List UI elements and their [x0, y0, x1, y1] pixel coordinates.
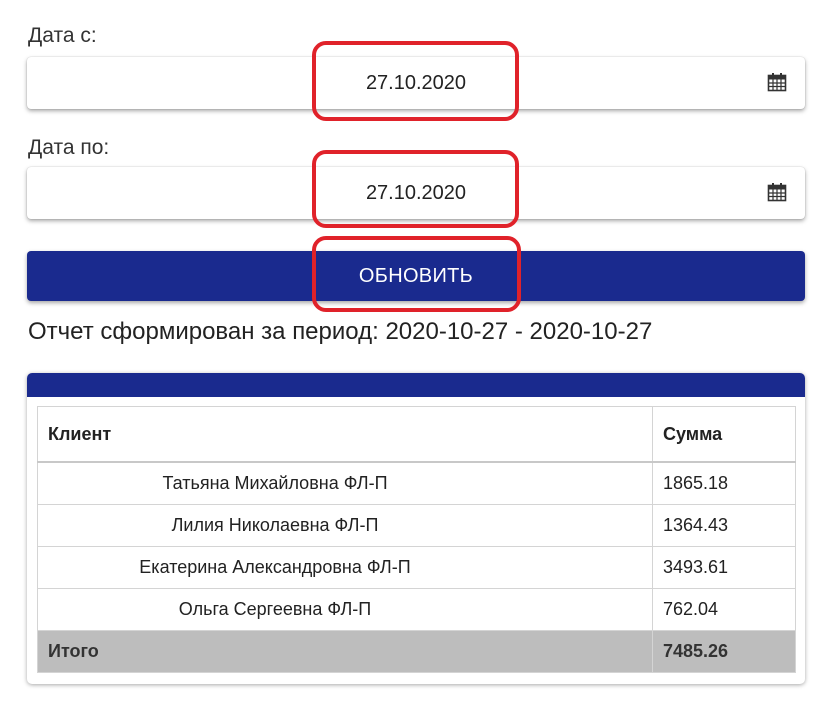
date-to-label: Дата по:	[28, 136, 110, 159]
table-row: Екатерина Александровна ФЛ-П 3493.61	[37, 546, 796, 589]
client-cell: Екатерина Александровна ФЛ-П	[37, 546, 653, 589]
client-cell: Ольга Сергеевна ФЛ-П	[37, 588, 653, 631]
report-card: Клиент Сумма Татьяна Михайловна ФЛ-П 186…	[27, 373, 805, 684]
header-client: Клиент	[37, 406, 653, 463]
highlight-update-button	[312, 236, 521, 312]
table-header-row: Клиент Сумма	[37, 406, 796, 463]
table-row: Лилия Николаевна ФЛ-П 1364.43	[37, 504, 796, 547]
highlight-date-to	[312, 150, 519, 228]
card-header	[27, 373, 805, 397]
table-row: Татьяна Михайловна ФЛ-П 1865.18	[37, 461, 796, 505]
total-row: Итого 7485.26	[37, 630, 796, 673]
header-amount: Сумма	[652, 406, 796, 463]
report-table: Клиент Сумма Татьяна Михайловна ФЛ-П 186…	[37, 406, 796, 673]
client-cell: Татьяна Михайловна ФЛ-П	[37, 461, 653, 505]
table-row: Ольга Сергеевна ФЛ-П 762.04	[37, 588, 796, 631]
date-from-label: Дата с:	[28, 24, 97, 47]
total-amount: 7485.26	[652, 630, 796, 673]
client-cell: Лилия Николаевна ФЛ-П	[37, 504, 653, 547]
highlight-date-from	[312, 41, 519, 121]
amount-cell: 3493.61	[652, 546, 796, 589]
report-period-text: Отчет сформирован за период: 2020-10-27 …	[28, 318, 653, 345]
amount-cell: 1865.18	[652, 461, 796, 505]
total-label: Итого	[37, 630, 653, 673]
amount-cell: 1364.43	[652, 504, 796, 547]
calendar-icon[interactable]	[767, 72, 787, 92]
calendar-icon[interactable]	[767, 182, 787, 202]
amount-cell: 762.04	[652, 588, 796, 631]
